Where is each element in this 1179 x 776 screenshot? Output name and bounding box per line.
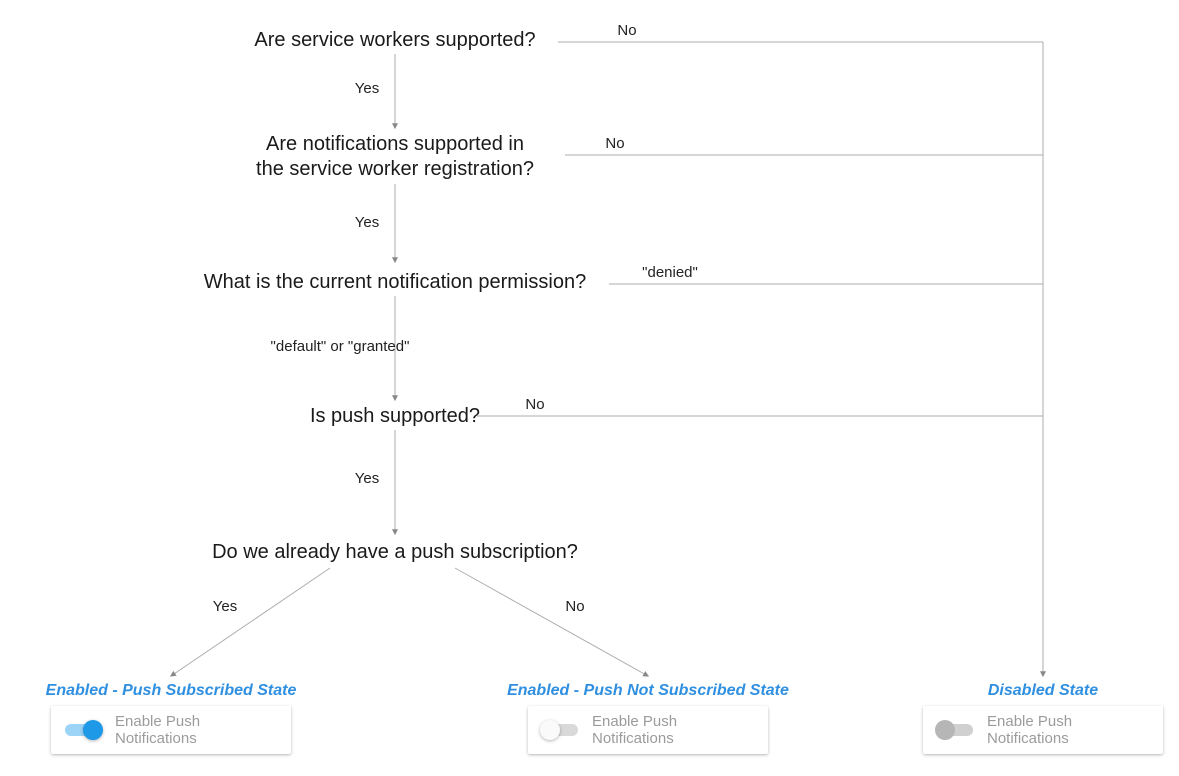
card-label-not-subscribed: Enable Push Notifications — [592, 713, 756, 747]
node-q3: What is the current notification permiss… — [204, 270, 586, 295]
toggle-on-icon[interactable] — [63, 720, 103, 740]
edge-q4-yes: Yes — [355, 470, 379, 487]
edge-q2-yes: Yes — [355, 214, 379, 231]
edge-q1-no: No — [617, 22, 636, 39]
edge-q5-yes: Yes — [213, 598, 237, 615]
card-disabled: Enable Push Notifications — [923, 706, 1163, 754]
state-title-not-subscribed: Enabled - Push Not Subscribed State — [507, 682, 789, 700]
edge-q3-denied: "denied" — [642, 264, 698, 281]
card-enabled-not-subscribed: Enable Push Notifications — [528, 706, 768, 754]
card-label-subscribed: Enable Push Notifications — [115, 713, 279, 747]
edge-q1-yes: Yes — [355, 80, 379, 97]
node-q1: Are service workers supported? — [254, 28, 535, 53]
node-q4: Is push supported? — [310, 404, 480, 429]
state-title-subscribed: Enabled - Push Subscribed State — [46, 682, 297, 700]
edge-q4-no: No — [525, 396, 544, 413]
toggle-off-icon[interactable] — [540, 720, 580, 740]
state-title-disabled: Disabled State — [988, 682, 1098, 700]
edge-q3-default: "default" or "granted" — [271, 338, 410, 355]
node-q2: Are notifications supported in the servi… — [256, 132, 534, 182]
card-label-disabled: Enable Push Notifications — [987, 713, 1151, 747]
flowchart-canvas: Are service workers supported? Are notif… — [0, 0, 1179, 776]
edge-q5-no: No — [565, 598, 584, 615]
flow-lines — [0, 0, 1179, 776]
toggle-disabled-icon — [935, 720, 975, 740]
node-q5: Do we already have a push subscription? — [212, 540, 578, 565]
edge-q2-no: No — [605, 135, 624, 152]
card-enabled-subscribed: Enable Push Notifications — [51, 706, 291, 754]
